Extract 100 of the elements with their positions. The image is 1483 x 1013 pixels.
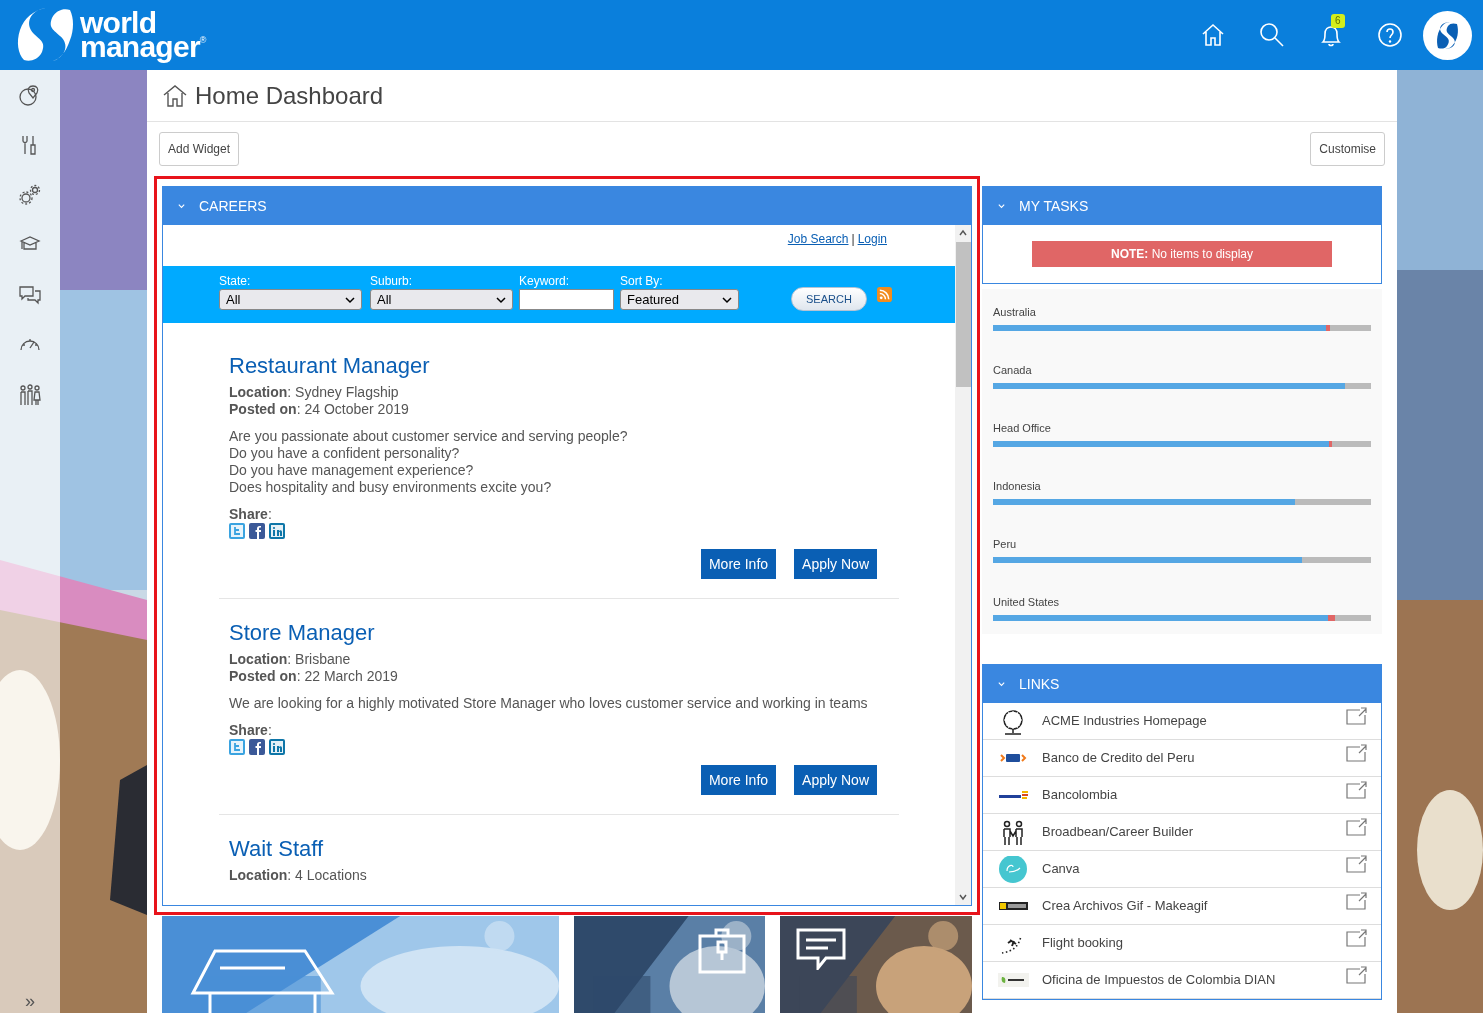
dropdown[interactable]: All [219, 289, 362, 310]
careers-link[interactable]: Job Search [787, 230, 849, 248]
external-link-icon[interactable] [1346, 744, 1367, 762]
external-link-icon[interactable] [1346, 892, 1367, 910]
careers-link[interactable]: Login [857, 230, 887, 248]
chat-icon [796, 928, 846, 970]
gears-icon[interactable] [18, 183, 42, 207]
external-link-icon[interactable] [1346, 966, 1367, 984]
linkedin-share-icon[interactable] [269, 739, 285, 755]
link-row[interactable]: Crea Archivos Gif - Makeagif [983, 888, 1381, 925]
presentation-board-icon [698, 928, 746, 974]
chevron-down-icon[interactable] [997, 679, 1006, 689]
canva-logo-icon [998, 855, 1029, 883]
progress-label: Canada [993, 364, 1033, 376]
apply-now-button[interactable]: Apply Now [794, 765, 877, 795]
avatar-icon[interactable] [1423, 10, 1472, 60]
link-separator: | [850, 231, 856, 248]
link-label: Broadbean/Career Builder [1042, 823, 1195, 842]
rss-icon[interactable] [876, 287, 892, 302]
apply-now-button[interactable]: Apply Now [794, 549, 877, 579]
scrollbar-thumb[interactable] [955, 242, 971, 387]
widget-title: MY TASKS [1019, 196, 1089, 216]
job-location: Location: 4 Locations [229, 867, 368, 884]
link-label: Canva [1042, 860, 1081, 879]
chevron-down-icon [722, 294, 732, 305]
desk-icon [190, 948, 335, 1013]
notification-badge: 6 [1331, 14, 1345, 28]
progress-label: United States [993, 596, 1061, 608]
job-location: Location: Brisbane [229, 651, 352, 668]
job-posted-date: Posted on: 22 March 2019 [229, 668, 399, 685]
share-label: Share: [229, 506, 273, 523]
more-info-button[interactable]: More Info [700, 765, 777, 795]
logo-icon[interactable] [16, 6, 74, 64]
people-icon[interactable] [18, 383, 42, 407]
link-row[interactable]: Banco de Credito del Peru [983, 740, 1381, 777]
link-label: Crea Archivos Gif - Makeagif [1042, 897, 1209, 916]
external-link-icon[interactable] [1346, 781, 1367, 799]
home-icon[interactable] [1200, 22, 1226, 48]
bank-logo-icon [998, 791, 1029, 799]
add-widget-button[interactable]: Add Widget [159, 132, 240, 166]
widget-title: LINKS [1019, 674, 1060, 694]
customise-button[interactable]: Customise [1310, 132, 1385, 166]
progress-label: Indonesia [993, 480, 1042, 492]
job-description: We are looking for a highly motivated Store Manager who loves customer service and working in teams [229, 695, 869, 712]
link-row[interactable]: Canva [983, 851, 1381, 888]
expand-button[interactable]: » [25, 991, 35, 1011]
registered-mark: ® [199, 35, 206, 45]
link-label: Oficina de Impuestos de Colombia DIAN [1042, 971, 1277, 990]
share-label: Share: [229, 722, 273, 739]
filter-label: Keyword: [519, 274, 571, 288]
external-link-icon[interactable] [1346, 707, 1367, 725]
help-icon[interactable] [1377, 22, 1403, 48]
filter-label: State: [219, 274, 252, 288]
external-link-icon[interactable] [1346, 929, 1367, 947]
job-description: Does hospitality and busy environments excite you? [229, 479, 553, 496]
linkedin-share-icon[interactable] [269, 523, 285, 539]
link-label: Banco de Credito del Peru [1042, 749, 1196, 768]
link-label: ACME Industries Homepage [1042, 712, 1208, 731]
scrollbar[interactable] [955, 225, 971, 905]
filter-label: Sort By: [620, 274, 664, 288]
empty-notice: NOTE: No items to display [1032, 241, 1332, 267]
job-location: Location: Sydney Flagship [229, 384, 400, 401]
link-label: Bancolombia [1042, 786, 1119, 805]
job-description: Do you have a confident personality? [229, 445, 461, 462]
dropdown[interactable]: Featured [620, 289, 739, 310]
facebook-share-icon[interactable] [249, 739, 265, 755]
logo-text: world [80, 11, 158, 35]
chat-icon[interactable] [18, 283, 42, 307]
job-description: Do you have management experience? [229, 462, 475, 479]
bank-logo-icon [1000, 753, 1027, 763]
link-row[interactable]: Oficina de Impuestos de Colombia DIAN [983, 962, 1381, 999]
link-row[interactable]: Broadbean/Career Builder [983, 814, 1381, 851]
link-row[interactable]: Bancolombia [983, 777, 1381, 814]
external-link-icon[interactable] [1346, 818, 1367, 836]
keyword-field[interactable] [519, 289, 614, 310]
chevron-down-icon [496, 294, 506, 305]
job-title[interactable]: Restaurant Manager [229, 352, 889, 380]
external-link-icon[interactable] [1346, 855, 1367, 873]
chevron-down-icon[interactable] [177, 201, 186, 211]
dropdown[interactable]: All [370, 289, 513, 310]
facebook-share-icon[interactable] [249, 523, 265, 539]
job-posted-date: Posted on: 24 October 2019 [229, 401, 410, 418]
link-row[interactable]: ACME Industries Homepage [983, 703, 1381, 740]
chevron-down-icon[interactable] [997, 201, 1006, 211]
page-title: Home Dashboard [195, 80, 384, 111]
search-icon[interactable] [1259, 22, 1285, 48]
more-info-button[interactable]: More Info [700, 549, 777, 579]
search-button[interactable]: SEARCH [791, 287, 867, 311]
progress-label: Head Office [993, 422, 1052, 434]
job-title[interactable]: Store Manager [229, 619, 889, 647]
job-description: Are you passionate about customer service and serving people? [229, 428, 629, 445]
link-label: Flight booking [1042, 934, 1124, 953]
filter-label: Suburb: [370, 274, 414, 288]
job-title[interactable]: Wait Staff [229, 835, 889, 863]
widget-title: CAREERS [199, 196, 267, 216]
gif-logo-icon [999, 902, 1028, 910]
progress-label: Australia [993, 306, 1037, 318]
link-row[interactable]: Flight booking [983, 925, 1381, 962]
chevron-down-icon [345, 294, 355, 305]
progress-label: Peru [993, 538, 1018, 550]
